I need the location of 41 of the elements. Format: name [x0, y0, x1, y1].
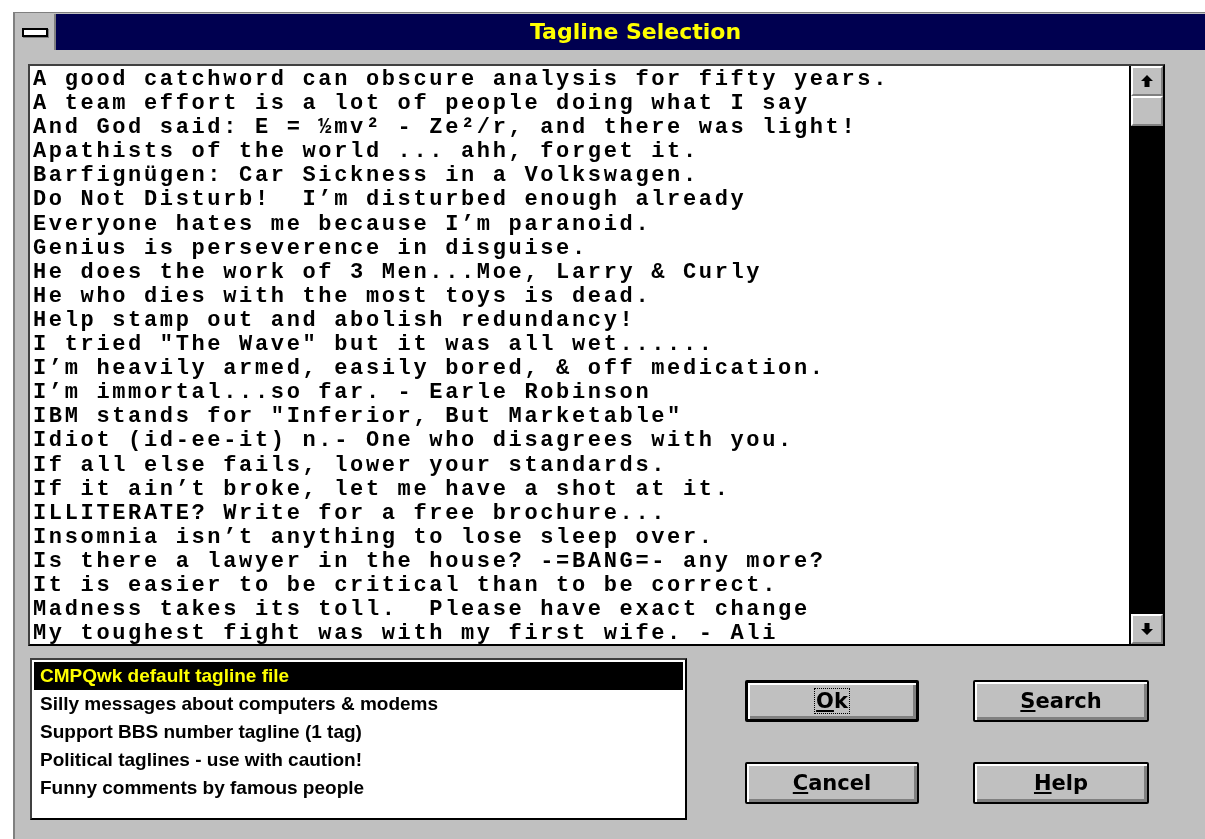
- tagline-item[interactable]: A good catchword can obscure analysis for fifty years.: [33, 68, 1129, 93]
- dialog-button[interactable]: Ok: [745, 680, 919, 722]
- window-title: Tagline Selection: [528, 18, 743, 46]
- tagline-item[interactable]: Madness takes its toll. Please have exact change: [33, 598, 1129, 623]
- tagline-item[interactable]: IBM stands for "Inferior, But Marketable": [33, 405, 1129, 430]
- tagline-item[interactable]: Barfignügen: Car Sickness in a Volkswagen.: [33, 164, 1129, 189]
- tagline-item[interactable]: Everyone hates me because I’m paranoid.: [33, 212, 1129, 237]
- tagline-item[interactable]: A team effort is a lot of people doing what I say: [33, 92, 1129, 117]
- tagline-item[interactable]: If it ain’t broke, let me have a shot at it.: [33, 477, 1129, 502]
- file-list-item[interactable]: CMPQwk default tagline file: [34, 662, 683, 690]
- down-arrow-icon: [1140, 622, 1154, 636]
- dialog-button[interactable]: Help: [973, 762, 1149, 804]
- up-arrow-icon: [1140, 74, 1154, 88]
- file-list-item[interactable]: Silly messages about computers & modems: [34, 690, 683, 718]
- tagline-item[interactable]: ILLITERATE? Write for a free brochure...: [33, 501, 1129, 526]
- tagline-item[interactable]: Genius is perseverence in disguise.: [33, 236, 1129, 261]
- tagline-item[interactable]: If all else fails, lower your standards.: [33, 453, 1129, 478]
- dialog-button[interactable]: Search: [973, 680, 1149, 722]
- tagline-item[interactable]: I tried "The Wave" but it was all wet......: [33, 333, 1129, 358]
- tagline-item[interactable]: Insomnia isn’t anything to lose sleep over.: [33, 525, 1129, 550]
- scroll-thumb[interactable]: [1131, 96, 1163, 126]
- tagline-item[interactable]: Help stamp out and abolish redundancy!: [33, 308, 1129, 334]
- tagline-item[interactable]: Do Not Disturb! I’m disturbed enough already: [33, 188, 1129, 213]
- scroll-up-button[interactable]: [1131, 66, 1163, 96]
- scroll-down-button[interactable]: [1131, 614, 1163, 644]
- tagline-item[interactable]: He does the work of 3 Men...Moe, Larry & Curly: [33, 260, 1129, 285]
- tagline-item[interactable]: And God said: E = ½mv² - Ze²/r, and there was light!: [33, 116, 1129, 141]
- tagline-item[interactable]: I’m heavily armed, easily bored, & off medication.: [33, 357, 1129, 382]
- tagline-item[interactable]: It is easier to be critical than to be correct.: [33, 573, 1129, 599]
- tagline-item[interactable]: Idiot (id-ee-it) n.- One who disagrees with you.: [33, 429, 1129, 454]
- system-menu-button[interactable]: [16, 14, 56, 50]
- file-list-item[interactable]: Support BBS number tagline (1 tag): [34, 718, 683, 746]
- tagline-item[interactable]: Apathists of the world ... ahh, forget it.: [33, 140, 1129, 165]
- tagline-item[interactable]: My toughest fight was with my first wife. - Ali: [33, 622, 1129, 644]
- tagline-item[interactable]: I’m immortal...so far. - Earle Robinson: [33, 381, 1129, 406]
- file-list-item[interactable]: Funny comments by famous people: [34, 774, 683, 802]
- tagline-item[interactable]: He who dies with the most toys is dead.: [33, 284, 1129, 309]
- file-list-item[interactable]: Political taglines - use with caution!: [34, 746, 683, 774]
- tagline-item[interactable]: Is there a lawyer in the house? -=BANG=- any more?: [33, 549, 1129, 574]
- scroll-bar[interactable]: [1129, 66, 1163, 644]
- dialog-button[interactable]: Cancel: [745, 762, 919, 804]
